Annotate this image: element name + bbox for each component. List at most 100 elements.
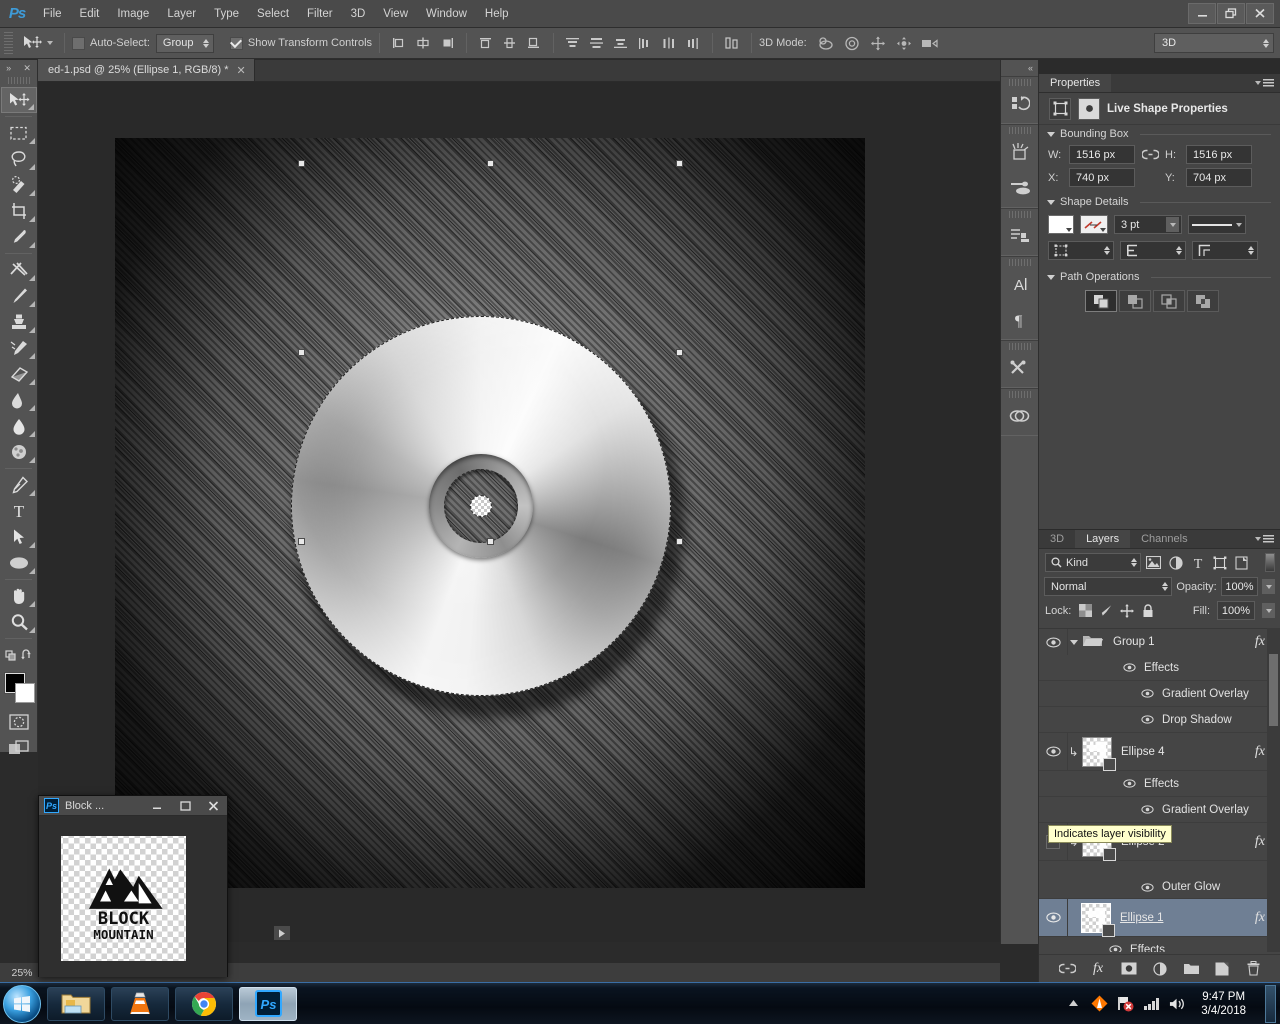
align-top-edges-icon[interactable]: [474, 32, 498, 54]
filter-toggle-icon[interactable]: [1265, 553, 1275, 572]
visibility-toggle-gradient-overlay-2[interactable]: [1139, 805, 1155, 814]
stroke-align-dropdown[interactable]: [1048, 241, 1114, 260]
stroke-corners-dropdown[interactable]: [1192, 241, 1258, 260]
effect-row-gradient-overlay-1[interactable]: Gradient Overlay: [1039, 681, 1280, 707]
width-input[interactable]: 1516 px: [1069, 145, 1135, 164]
transform-handle-tr[interactable]: [676, 160, 683, 167]
layer-name-ellipse-1[interactable]: Ellipse 1: [1111, 912, 1163, 924]
layer-row-ellipse-1[interactable]: Ellipse 1 fx: [1039, 899, 1280, 937]
background-color-swatch[interactable]: [14, 683, 35, 703]
auto-select-checkbox[interactable]: [72, 36, 85, 50]
rectangular-marquee-tool[interactable]: [1, 120, 37, 146]
menu-type[interactable]: Type: [205, 0, 248, 28]
group-disclosure-triangle-icon[interactable]: [1067, 639, 1081, 645]
canvas-scroll-right-button[interactable]: [274, 926, 290, 940]
effects-row-ellipse-4[interactable]: Effects: [1039, 771, 1280, 797]
align-distribute-icon[interactable]: [720, 32, 744, 54]
screen-mode-icon[interactable]: [1, 735, 37, 761]
stroke-color-swatch[interactable]: [1080, 215, 1108, 234]
document-tab[interactable]: ed-1.psd @ 25% (Ellipse 1, RGB/8) * ✕: [38, 59, 255, 81]
visibility-toggle-gradient-overlay-1[interactable]: [1139, 689, 1155, 698]
panel-menu-icon-2[interactable]: [1255, 530, 1280, 548]
blur-tool[interactable]: [1, 413, 37, 439]
workspace-switcher[interactable]: 3D: [1154, 33, 1274, 53]
artboard[interactable]: [115, 138, 865, 888]
lock-position-icon[interactable]: [1120, 603, 1135, 618]
scale-3d-icon[interactable]: [918, 32, 942, 54]
zoom-tool[interactable]: [1, 609, 37, 635]
visibility-toggle-group-1[interactable]: [1039, 637, 1067, 648]
tool-preset-picker[interactable]: [17, 33, 57, 53]
stroke-width-input[interactable]: 3 pt: [1114, 215, 1182, 234]
transform-handle-bl[interactable]: [298, 538, 305, 545]
hand-tool[interactable]: [1, 583, 37, 609]
transform-handle-bc[interactable]: [487, 538, 494, 545]
path-operations-section-header[interactable]: Path Operations: [1039, 268, 1280, 286]
shape-details-section-header[interactable]: Shape Details: [1039, 193, 1280, 211]
smart-object-filter-icon[interactable]: [1232, 553, 1251, 572]
hub-ring-ellipse-2[interactable]: [429, 454, 533, 558]
pen-tool[interactable]: [1, 472, 37, 498]
visibility-toggle-ellipse-4[interactable]: [1039, 746, 1067, 757]
vlc-media-player-icon[interactable]: [111, 986, 169, 1021]
taskbar-clock[interactable]: 9:47 PM 3/4/2018: [1195, 990, 1252, 1018]
minimize-button[interactable]: [1188, 2, 1216, 24]
align-vertical-centers-icon[interactable]: [498, 32, 522, 54]
show-hidden-icons-icon[interactable]: [1065, 995, 1082, 1012]
close-icon[interactable]: ✕: [237, 64, 246, 77]
align-right-edges-icon[interactable]: [435, 32, 459, 54]
shape-filter-icon[interactable]: [1210, 553, 1229, 572]
rail-grip[interactable]: [1008, 79, 1031, 86]
show-transform-controls-checkbox[interactable]: [229, 36, 243, 50]
signal-strength-icon[interactable]: [1143, 997, 1160, 1010]
collapse-panel-icon[interactable]: »: [6, 63, 11, 73]
rail-grip-5[interactable]: [1008, 343, 1031, 350]
layer-row-group-1[interactable]: Group 1 fx: [1039, 629, 1280, 655]
effect-row-drop-shadow[interactable]: Drop Shadow: [1039, 707, 1280, 733]
ellipse-tool[interactable]: [1, 550, 37, 576]
y-input[interactable]: 704 px: [1186, 168, 1252, 187]
lasso-tool[interactable]: [1, 146, 37, 172]
effect-row-gradient-overlay-2[interactable]: Gradient Overlay: [1039, 797, 1280, 823]
align-horizontal-centers-icon[interactable]: [411, 32, 435, 54]
fill-dropdown-button[interactable]: [1262, 603, 1275, 618]
add-layer-mask-icon[interactable]: [1121, 960, 1138, 977]
visibility-toggle-outer-glow[interactable]: [1139, 883, 1155, 892]
distribute-vertical-centers-icon[interactable]: [585, 32, 609, 54]
rotate-3d-icon[interactable]: [814, 32, 838, 54]
effect-row-outer-glow[interactable]: Outer Glow: [1039, 861, 1280, 899]
opacity-input[interactable]: 100%: [1220, 577, 1259, 596]
transform-handle-tc[interactable]: [487, 160, 494, 167]
tools-panel-grip[interactable]: [7, 77, 30, 84]
bm-maximize-button[interactable]: [171, 796, 199, 816]
menu-window[interactable]: Window: [417, 0, 476, 28]
windows-start-icon[interactable]: [3, 984, 41, 1023]
styles-icon[interactable]: [1002, 399, 1038, 433]
adjustment-filter-icon[interactable]: [1166, 553, 1185, 572]
visibility-toggle-effects-ellipse-4[interactable]: [1121, 779, 1137, 788]
fill-input[interactable]: 100%: [1217, 601, 1255, 620]
stroke-caps-dropdown[interactable]: [1120, 241, 1186, 260]
new-group-icon[interactable]: [1183, 960, 1200, 977]
layer-thumbnail-ellipse-4[interactable]: [1082, 736, 1116, 771]
character-icon[interactable]: A: [1002, 267, 1038, 301]
show-desktop-icon[interactable]: [1265, 984, 1276, 1023]
crop-tool[interactable]: [1, 198, 37, 224]
link-layers-icon[interactable]: [1058, 960, 1076, 977]
avast-icon[interactable]: [1091, 995, 1108, 1012]
new-fill-adjustment-icon[interactable]: [1152, 960, 1169, 977]
tab-layers[interactable]: Layers: [1075, 530, 1131, 548]
menu-image[interactable]: Image: [108, 0, 158, 28]
stroke-style-dropdown[interactable]: [1188, 215, 1246, 234]
blend-mode-dropdown[interactable]: Normal: [1044, 577, 1173, 596]
roll-3d-icon[interactable]: [840, 32, 864, 54]
adjustments-icon[interactable]: [1002, 219, 1038, 253]
network-warning-icon[interactable]: [1117, 995, 1134, 1012]
file-explorer-icon[interactable]: [47, 986, 105, 1021]
x-input[interactable]: 740 px: [1069, 168, 1135, 187]
bm-close-button[interactable]: [199, 796, 227, 816]
history-brush-tool[interactable]: [1, 335, 37, 361]
path-selection-tool[interactable]: [1, 524, 37, 550]
distribute-left-edges-icon[interactable]: [633, 32, 657, 54]
layer-filter-kind-dropdown[interactable]: Kind: [1045, 553, 1141, 572]
